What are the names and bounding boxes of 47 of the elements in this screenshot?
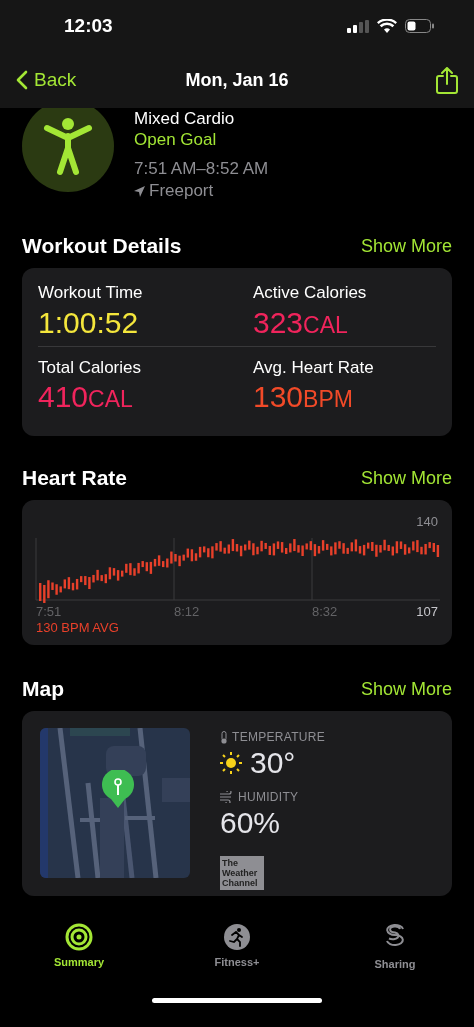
tab[interactable]: Fitness+ xyxy=(158,922,316,974)
metric-value: 410CAL xyxy=(38,380,134,415)
workout-time-range: 7:51 AM–8:52 AM xyxy=(134,158,269,180)
metric-label: Active Calories xyxy=(253,282,368,304)
show-more-link[interactable]: Show More xyxy=(360,232,452,260)
nav-title: Mon, Jan 16 xyxy=(185,69,289,90)
workout-location: Freeport xyxy=(149,180,214,202)
average-heart-rate: 130 BPM AVG xyxy=(36,620,119,635)
section-title: Heart Rate xyxy=(22,465,128,492)
weather-source-logo: The Weather Channel xyxy=(220,856,264,890)
metric-label: Avg. Heart Rate xyxy=(253,356,375,379)
temperature-label: TEMPERATURE xyxy=(232,729,326,746)
chart-min-label: 107 xyxy=(416,604,438,619)
humidity-label: HUMIDITY xyxy=(238,789,299,806)
metric-value: 1:00:52 xyxy=(38,305,140,340)
chart-max-label: 140 xyxy=(416,514,438,529)
runner-icon xyxy=(223,923,251,951)
share-icon[interactable] xyxy=(436,66,458,94)
status-time: 12:03 xyxy=(64,13,113,38)
workout-goal: Open Goal xyxy=(134,129,218,150)
chart-time-label: 8:32 xyxy=(312,604,338,619)
chart-time-label: 7:51 xyxy=(36,604,62,619)
show-more-link[interactable]: Show More xyxy=(360,675,452,703)
map-pin-icon xyxy=(102,770,134,808)
sun-icon xyxy=(220,752,242,774)
wind-icon xyxy=(220,791,234,803)
thermometer-icon xyxy=(220,730,228,744)
metric-value: 323CAL xyxy=(253,305,349,341)
section-title: Workout Details xyxy=(22,233,182,260)
tab[interactable]: Summary xyxy=(0,922,158,974)
chart-time-label: 8:12 xyxy=(174,604,200,619)
metric-label: Total Calories xyxy=(38,356,142,379)
tab[interactable]: Sharing xyxy=(316,922,474,974)
wifi-icon xyxy=(377,19,397,33)
location-arrow-icon xyxy=(134,185,145,197)
humidity-value: 60% xyxy=(220,806,282,840)
rings-icon xyxy=(65,923,93,951)
signal-icon xyxy=(347,19,369,33)
temperature-value: 30° xyxy=(250,746,296,780)
battery-icon xyxy=(405,19,434,33)
metric-value: 130BPM xyxy=(253,380,354,415)
metric-label: Workout Time xyxy=(38,282,144,304)
chevron-left-icon xyxy=(16,70,28,90)
workout-name: Mixed Cardio xyxy=(134,108,236,129)
show-more-link[interactable]: Show More xyxy=(360,464,452,492)
back-button[interactable]: Back xyxy=(16,65,77,95)
section-title: Map xyxy=(22,676,64,703)
